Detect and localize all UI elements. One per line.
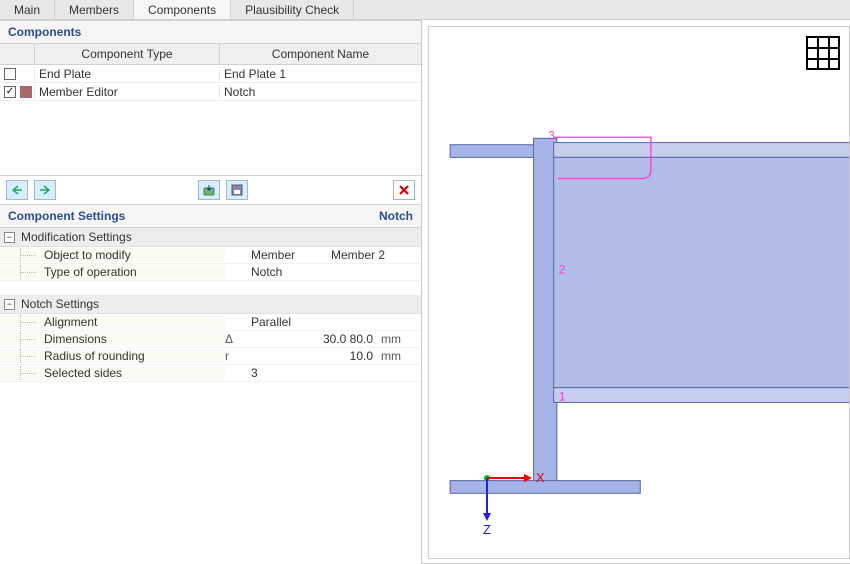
prop-unit: mm [381, 332, 421, 346]
checkbox[interactable] [4, 68, 16, 80]
delete-icon[interactable] [393, 180, 415, 200]
annotation-1: 1 [559, 390, 565, 403]
prop-symbol [225, 315, 251, 329]
settings-title: Component Settings [8, 209, 125, 223]
group-modification-settings[interactable]: − Modification Settings [0, 228, 421, 247]
prop-row[interactable]: Dimensions Δ 30.0 80.0 mm [0, 331, 421, 348]
save-icon[interactable] [226, 180, 248, 200]
prop-symbol [225, 265, 251, 279]
col-component-name: Component Name [220, 44, 421, 64]
tab-components[interactable]: Components [134, 0, 231, 19]
cell-name: End Plate 1 [220, 67, 421, 81]
collapse-icon[interactable]: − [4, 232, 15, 243]
col-component-type: Component Type [34, 44, 220, 64]
prop-value: 30.0 80.0 [251, 332, 381, 346]
prop-label: Radius of rounding [0, 349, 225, 363]
checkbox[interactable] [4, 86, 16, 98]
prop-label: Dimensions [0, 332, 225, 346]
prop-row[interactable]: Alignment Parallel [0, 314, 421, 331]
prop-symbol [225, 248, 251, 262]
settings-subject: Notch [379, 209, 413, 223]
components-panel-title: Components [0, 20, 421, 44]
table-row[interactable]: End Plate End Plate 1 [0, 65, 421, 83]
collapse-icon[interactable]: − [4, 299, 15, 310]
components-header: Component Type Component Name [0, 44, 421, 65]
prop-row[interactable]: Object to modify Member Member 2 [0, 247, 421, 264]
prop-symbol [225, 366, 251, 380]
prop-row[interactable]: Radius of rounding r 10.0 mm [0, 348, 421, 365]
prop-value: Parallel [251, 315, 331, 329]
group-notch-settings[interactable]: − Notch Settings [0, 295, 421, 314]
prop-label: Selected sides [0, 366, 225, 380]
prop-value: 10.0 [251, 349, 381, 363]
group-title: Notch Settings [21, 297, 99, 311]
shift-right-icon[interactable] [34, 180, 56, 200]
prop-value: Member [251, 248, 331, 262]
prop-value: 3 [251, 366, 331, 380]
tab-members[interactable]: Members [55, 0, 134, 19]
settings-tree: − Modification Settings Object to modify… [0, 228, 421, 564]
tab-main[interactable]: Main [0, 0, 55, 19]
components-list: End Plate End Plate 1 Member Editor Notc… [0, 65, 421, 175]
cell-type: Member Editor [34, 85, 220, 99]
prop-label: Alignment [0, 315, 225, 329]
settings-title-bar: Component Settings Notch [0, 204, 421, 228]
components-toolbar [0, 175, 421, 204]
prop-row[interactable]: Selected sides 3 [0, 365, 421, 382]
table-row[interactable]: Member Editor Notch [0, 83, 421, 101]
prop-symbol: r [225, 349, 251, 363]
tab-plausibility-check[interactable]: Plausibility Check [231, 0, 354, 19]
prop-unit: mm [381, 349, 421, 363]
import-icon[interactable] [198, 180, 220, 200]
prop-value-2: Member 2 [331, 248, 421, 262]
view-grid-icon[interactable] [805, 35, 841, 71]
color-chip [20, 86, 32, 98]
prop-value: Notch [251, 265, 331, 279]
prop-label: Type of operation [0, 265, 225, 279]
cell-name: Notch [220, 85, 421, 99]
top-tabs: Main Members Components Plausibility Che… [0, 0, 850, 20]
shift-left-icon[interactable] [6, 180, 28, 200]
annotation-3: 3 [548, 129, 554, 142]
prop-symbol: Δ [225, 332, 251, 346]
group-title: Modification Settings [21, 230, 132, 244]
prop-row[interactable]: Type of operation Notch [0, 264, 421, 281]
prop-label: Object to modify [0, 248, 225, 262]
color-chip [20, 68, 32, 80]
annotation-2: 2 [559, 264, 565, 277]
model-viewport[interactable]: 3 2 1 X [428, 26, 850, 559]
cell-type: End Plate [34, 67, 220, 81]
